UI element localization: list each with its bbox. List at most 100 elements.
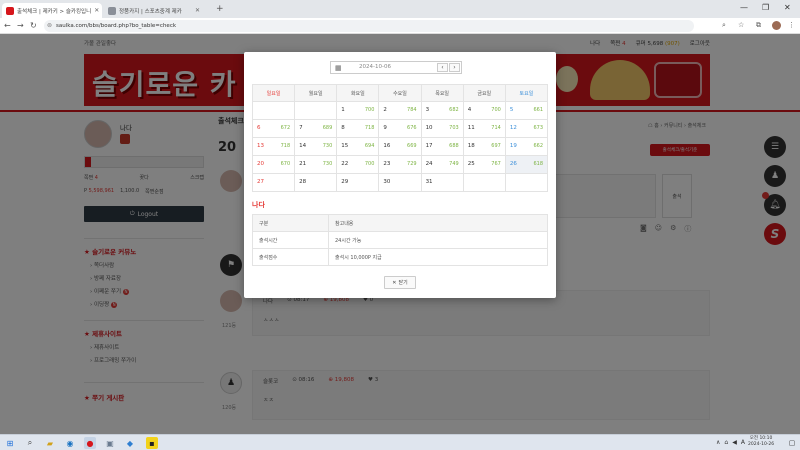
browser-menu-icon[interactable]: ⋮: [788, 21, 795, 29]
chrome-browser-icon[interactable]: ●: [84, 437, 96, 449]
volume-icon[interactable]: ◀: [732, 439, 737, 446]
close-icon: ✕: [392, 279, 397, 286]
checkin-count: 730: [322, 161, 333, 167]
ime-icon[interactable]: A: [741, 439, 745, 446]
search-icon[interactable]: ⌕: [24, 437, 36, 449]
calendar-day-cell[interactable]: 30: [378, 173, 422, 192]
calendar-day-cell[interactable]: 20 670: [251, 155, 296, 174]
calendar-day-cell[interactable]: 5 661: [504, 101, 549, 120]
checkin-count: 670: [280, 161, 291, 167]
member-name: 나다: [252, 201, 265, 209]
calendar-day-cell[interactable]: 15 694: [336, 137, 380, 156]
checkin-count: 688: [449, 143, 459, 149]
site-favicon-icon: [108, 6, 116, 15]
calendar-day-cell[interactable]: 4 700: [462, 101, 506, 120]
calendar-day-cell[interactable]: 3 682: [420, 101, 464, 120]
back-icon[interactable]: ←: [4, 21, 11, 30]
taskbar-clock[interactable]: 오전 10:10 2024-10-26: [748, 436, 774, 448]
calendar-day-cell[interactable]: 25 767: [462, 155, 506, 174]
day-number: 30: [383, 179, 391, 185]
checkin-count: 749: [449, 161, 459, 167]
calendar-day-cell[interactable]: 8 718: [336, 119, 380, 138]
next-month-icon[interactable]: ›: [449, 63, 460, 72]
close-modal-button[interactable]: ✕ 닫기: [384, 276, 416, 289]
notification-icon[interactable]: ▢: [786, 437, 798, 449]
date-picker[interactable]: ▦ 2024-10-06 ‹ ›: [330, 61, 462, 74]
profile-avatar[interactable]: [772, 21, 781, 30]
checkin-count: 700: [364, 107, 375, 113]
weekday-header: 일요일: [251, 84, 296, 102]
info-cell: 출석시간: [252, 231, 329, 249]
calendar-day-cell[interactable]: 12 673: [504, 119, 549, 138]
app-icon[interactable]: ▪: [146, 437, 158, 449]
calendar-day-cell[interactable]: 24 749: [420, 155, 464, 174]
calendar-day-cell[interactable]: 14 730: [294, 137, 338, 156]
checkin-count: 718: [280, 143, 291, 149]
calendar-day-cell[interactable]: 27: [251, 173, 296, 192]
calendar-day-cell[interactable]: 6 672: [251, 119, 296, 138]
calendar-day-cell[interactable]: 11 714: [462, 119, 506, 138]
forward-icon[interactable]: →: [17, 21, 24, 30]
day-number: 2: [383, 107, 387, 113]
checkin-count: 697: [491, 143, 501, 149]
calendar-day-cell[interactable]: 21 730: [294, 155, 338, 174]
windows-start-icon[interactable]: ⊞: [4, 437, 16, 449]
weekday-header: 수요일: [378, 84, 422, 102]
calendar-day-cell[interactable]: 22 700: [336, 155, 380, 174]
calendar-day-cell[interactable]: 17 688: [420, 137, 464, 156]
calendar-day-cell[interactable]: 1 700: [336, 101, 380, 120]
date-value[interactable]: 2024-10-06: [359, 62, 391, 73]
edge-browser-icon[interactable]: ◉: [64, 437, 76, 449]
tray-chevron-icon[interactable]: ∧: [716, 439, 720, 446]
calendar-day-cell[interactable]: 7 689: [294, 119, 338, 138]
close-tab-icon[interactable]: ✕: [195, 7, 200, 14]
info-cell: 24시간 가능: [328, 231, 548, 249]
weekday-header: 목요일: [420, 84, 464, 102]
day-number: 23: [383, 161, 391, 167]
calendar-day-cell[interactable]: 29: [336, 173, 380, 192]
calendar-day-cell: [462, 173, 506, 192]
day-number: 5: [509, 107, 514, 113]
calendar-day-cell[interactable]: 31: [420, 173, 464, 192]
calendar-day-cell[interactable]: 13 718: [251, 137, 296, 156]
url-field[interactable]: ⊚ saulka.com/bbs/board.php?bo_table=chec…: [44, 20, 694, 32]
app-icon[interactable]: ▣: [104, 437, 116, 449]
minimize-icon[interactable]: —: [740, 3, 748, 12]
calendar-day-cell[interactable]: 23 729: [378, 155, 422, 174]
reload-icon[interactable]: ↻: [30, 21, 37, 30]
day-number: 19: [509, 143, 517, 149]
app-icon[interactable]: ◆: [124, 437, 136, 449]
browser-tab-2[interactable]: 정품카지 | 스포츠중계 제카 ✕: [104, 3, 204, 18]
calendar-day-cell[interactable]: 26 618: [504, 155, 549, 174]
calendar-day-cell[interactable]: 19 662: [504, 137, 549, 156]
checkin-count: 661: [533, 107, 543, 113]
extensions-icon[interactable]: ⧉: [756, 21, 761, 30]
calendar-day-cell[interactable]: 9 676: [378, 119, 422, 138]
file-explorer-icon[interactable]: ▰: [44, 437, 56, 449]
browser-tab-bar: 출석체크 | 제카키 > 슬카킹입니 ✕ 정품카지 | 스포츠중계 제카 ✕ +…: [0, 0, 800, 18]
site-info-icon[interactable]: ⊚: [47, 20, 52, 32]
checkin-count: 682: [449, 107, 459, 113]
calendar-day-cell[interactable]: 18 697: [462, 137, 506, 156]
zoom-icon[interactable]: ⌕: [722, 21, 726, 30]
day-number: 4: [467, 107, 472, 113]
prev-month-icon[interactable]: ‹: [437, 63, 448, 72]
checkin-count: 767: [491, 161, 501, 167]
close-tab-icon[interactable]: ✕: [94, 7, 99, 14]
browser-tab-1[interactable]: 출석체크 | 제카키 > 슬카킹입니 ✕: [2, 3, 102, 18]
tab-title: 정품카지 | 스포츠중계 제카: [119, 8, 182, 15]
calendar-day-cell[interactable]: 28: [294, 173, 338, 192]
day-number: 12: [509, 125, 517, 131]
calendar-day-cell[interactable]: 16 669: [378, 137, 422, 156]
calendar-day-cell[interactable]: 2 784: [378, 101, 422, 120]
attendance-info-table: 구분 참고내용 출석시간 24시간 가능 출석점수 출석시 10,000P 지급: [252, 214, 548, 266]
info-header: 참고내용: [328, 214, 548, 232]
new-tab-icon[interactable]: +: [216, 4, 224, 14]
window-close-icon[interactable]: ✕: [784, 3, 791, 12]
bookmark-star-icon[interactable]: ☆: [738, 21, 744, 29]
maximize-icon[interactable]: ❐: [762, 3, 769, 12]
checkin-count: 718: [364, 125, 375, 131]
calendar-day-cell[interactable]: 10 703: [420, 119, 464, 138]
day-number: 24: [425, 161, 433, 167]
network-icon[interactable]: ⌂: [724, 439, 728, 446]
